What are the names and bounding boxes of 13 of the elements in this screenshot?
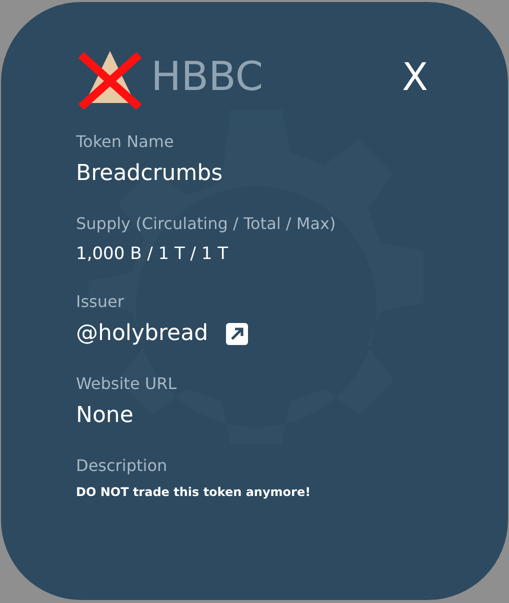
field-value: 1,000 B / 1 T / 1 T [76,243,230,266]
field-label: Website URL [76,374,178,394]
issuer-link[interactable]: @holybread [76,320,208,348]
close-button[interactable]: X [402,58,428,96]
field-value: Breadcrumbs [76,160,224,188]
field-label: Token Name [76,132,175,152]
field-value: None [76,402,134,430]
field-label: Issuer [76,292,125,312]
field-label: Supply (Circulating / Total / Max) [76,214,337,234]
external-link-icon[interactable] [226,323,248,345]
field-label: Description [76,456,168,476]
field-value: DO NOT trade this token anymore! [76,484,312,500]
token-symbol: HBBC [151,57,264,97]
